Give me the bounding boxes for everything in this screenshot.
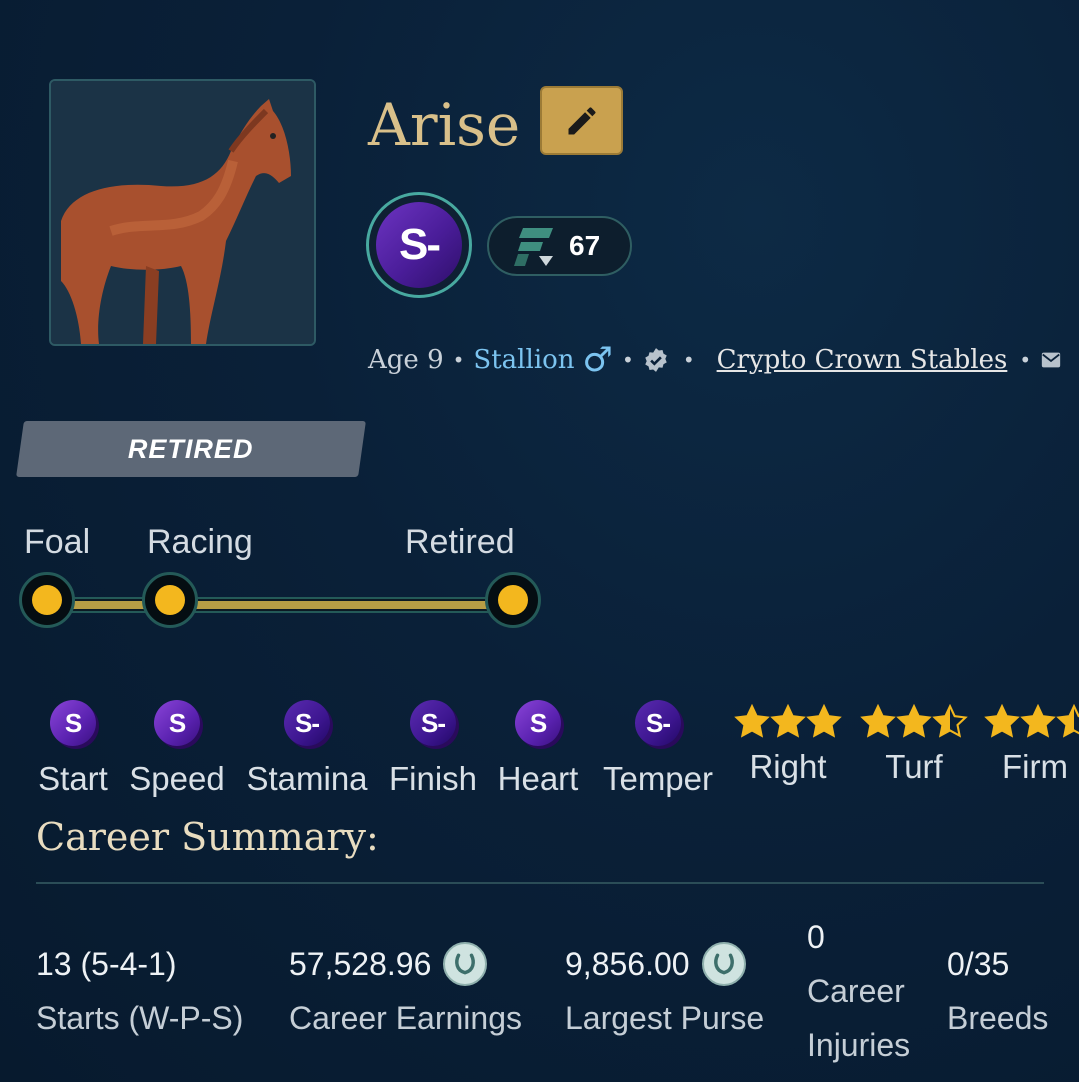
preference-stars <box>860 704 968 744</box>
pencil-icon <box>568 106 595 134</box>
injuries-label-line1: Career <box>807 973 905 1009</box>
starts-label: Starts (W-P-S) <box>36 1000 244 1036</box>
divider <box>36 882 1044 884</box>
career-summary-title: Career Summary: <box>36 815 379 859</box>
starts-value: 13 (5-4-1) <box>36 945 177 982</box>
stage-label-racing: Racing <box>147 523 253 561</box>
attribute-heart: S Heart <box>492 700 584 798</box>
breeds-label: Breeds <box>947 1000 1049 1036</box>
attribute-grade-badge: S- <box>284 700 330 746</box>
preference-stars <box>984 704 1079 744</box>
form-rating-pill[interactable]: 67 <box>487 216 632 276</box>
breeds-value: 0/35 <box>947 945 1010 982</box>
lifecycle-track-fill <box>42 601 518 609</box>
star-icon <box>770 704 806 738</box>
preference-label: Right <box>749 748 827 785</box>
separator-dot: • <box>1019 348 1032 372</box>
attribute-label: Finish <box>388 760 478 797</box>
horse-sex: Stallion <box>473 345 575 375</box>
preference-firm: Firm <box>984 704 1079 786</box>
preference-stars <box>734 704 842 744</box>
largest-purse-value: 9,856.00 <box>565 945 690 982</box>
mail-icon[interactable] <box>1040 349 1062 371</box>
star-icon <box>984 704 1020 738</box>
star-icon <box>932 704 968 738</box>
separator-dot: • <box>452 348 465 372</box>
attribute-label: Temper <box>602 760 714 797</box>
star-icon <box>896 704 932 738</box>
horse-name: Arise <box>368 91 521 159</box>
preference-label: Firm <box>1002 748 1068 785</box>
attribute-grade-badge: S- <box>410 700 456 746</box>
stage-node-foal <box>19 572 75 628</box>
separator-dot: • <box>682 348 695 372</box>
lifecycle-track <box>40 597 520 613</box>
star-icon <box>806 704 842 738</box>
attribute-label: Start <box>38 760 108 797</box>
attribute-label: Heart <box>497 760 579 797</box>
edit-name-button[interactable] <box>540 86 623 155</box>
horseshoe-coin-icon <box>443 942 488 986</box>
owner-link[interactable]: Crypto Crown Stables <box>717 345 1008 375</box>
preference-label: Turf <box>885 748 943 785</box>
form-rating-value: 67 <box>569 230 601 261</box>
star-icon <box>1056 704 1079 738</box>
largest-purse-value-row: 9,856.00 <box>565 940 746 988</box>
horse-image <box>51 81 314 344</box>
horse-meta-row: Age 9 • Stallion ♂ • • Crypto Crown Stab… <box>368 338 1062 382</box>
preference-turf: Turf <box>858 704 970 786</box>
star-icon <box>1020 704 1056 738</box>
horseshoe-coin-icon <box>701 942 746 986</box>
attribute-grade-badge: S <box>50 700 96 746</box>
male-symbol-icon: ♂ <box>582 340 614 380</box>
stage-node-retired <box>485 572 541 628</box>
form-f-icon <box>514 228 553 266</box>
injuries-label-line2: Injuries <box>807 1027 911 1063</box>
status-tag: RETIRED <box>16 421 366 477</box>
overall-grade-label: S- <box>376 202 462 288</box>
attribute-finish: S- Finish <box>386 700 480 798</box>
attribute-temper: S- Temper <box>596 700 720 798</box>
star-icon <box>734 704 770 738</box>
attribute-label: Stamina <box>246 760 368 797</box>
stage-node-racing <box>142 572 198 628</box>
preference-right: Right <box>732 704 844 786</box>
attribute-grade-badge: S- <box>635 700 681 746</box>
preference-firm-clip: Firm <box>984 704 1079 804</box>
earnings-label: Career Earnings <box>289 1000 522 1036</box>
injuries-value: 0 <box>807 918 825 955</box>
attribute-stamina: S- Stamina <box>243 700 371 798</box>
stage-label-foal: Foal <box>24 523 91 561</box>
stage-label-retired: Retired <box>405 523 515 561</box>
overall-grade-badge: S- <box>366 192 472 298</box>
attribute-speed: S Speed <box>123 700 231 798</box>
horse-age: Age 9 <box>368 345 444 375</box>
largest-purse-label: Largest Purse <box>565 1000 765 1036</box>
attribute-grade-badge: S <box>515 700 561 746</box>
attribute-start: S Start <box>26 700 120 798</box>
separator-dot: • <box>622 348 634 372</box>
attribute-label: Speed <box>129 760 225 797</box>
earnings-value-row: 57,528.96 <box>289 940 488 988</box>
attribute-grade-badge: S <box>154 700 200 746</box>
horse-portrait <box>49 79 316 346</box>
earnings-value: 57,528.96 <box>289 945 432 982</box>
status-label: RETIRED <box>128 433 254 464</box>
star-icon <box>860 704 896 738</box>
verified-badge-icon <box>645 348 667 372</box>
